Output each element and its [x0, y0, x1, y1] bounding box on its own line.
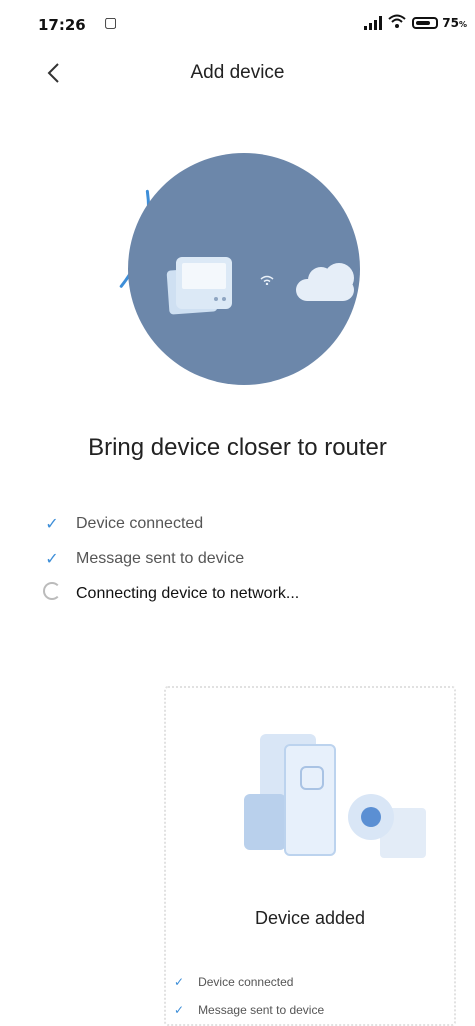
check-icon: ✓ [174, 975, 185, 989]
battery-icon [412, 17, 439, 29]
step-label: Connecting device to network... [76, 584, 300, 602]
preview-step-label: Device connected [198, 975, 294, 989]
check-icon: ✓ [45, 515, 59, 533]
step-label: Message sent to device [76, 549, 245, 567]
connection-illustration [110, 145, 368, 395]
headline: Bring device closer to router [88, 434, 387, 461]
step-list: ✓ Device connected ✓ Message sent to dev… [40, 506, 299, 611]
status-circle [128, 153, 360, 385]
loading-spinner-icon [40, 582, 64, 605]
cloud-icon [296, 263, 356, 303]
status-bar: 17:26 ▢ 75% [0, 0, 475, 50]
preview-step-label: Message sent to device [198, 1003, 325, 1017]
wifi-signal-icon [260, 275, 274, 285]
step-item: ✓ Device connected [40, 506, 299, 541]
signal-icon [364, 16, 383, 30]
status-time: 17:26 [38, 16, 86, 34]
step-item: Connecting device to network... [40, 576, 299, 611]
mi-home-icon: ▢ [104, 15, 118, 31]
preview-step-item: ✓ Message sent to device [174, 996, 324, 1024]
battery-percent: 75% [442, 16, 467, 30]
nav-bar: Add device [0, 50, 475, 96]
preview-step-item: ✓ Device connected [174, 968, 324, 996]
check-icon: ✓ [174, 1003, 185, 1017]
battery-indicator: 75% [412, 16, 467, 30]
wifi-icon [388, 14, 406, 32]
device-added-preview: Device added ✓ Device connected ✓ Messag… [160, 686, 460, 1026]
step-label: Device connected [76, 514, 204, 532]
step-item: ✓ Message sent to device [40, 541, 299, 576]
page-title: Add device [190, 62, 285, 83]
preview-title: Device added [254, 908, 366, 928]
status-indicators: 75% [364, 14, 467, 32]
preview-step-list: ✓ Device connected ✓ Message sent to dev… [174, 968, 324, 1024]
devices-illustration [230, 734, 440, 874]
check-icon: ✓ [45, 550, 59, 568]
